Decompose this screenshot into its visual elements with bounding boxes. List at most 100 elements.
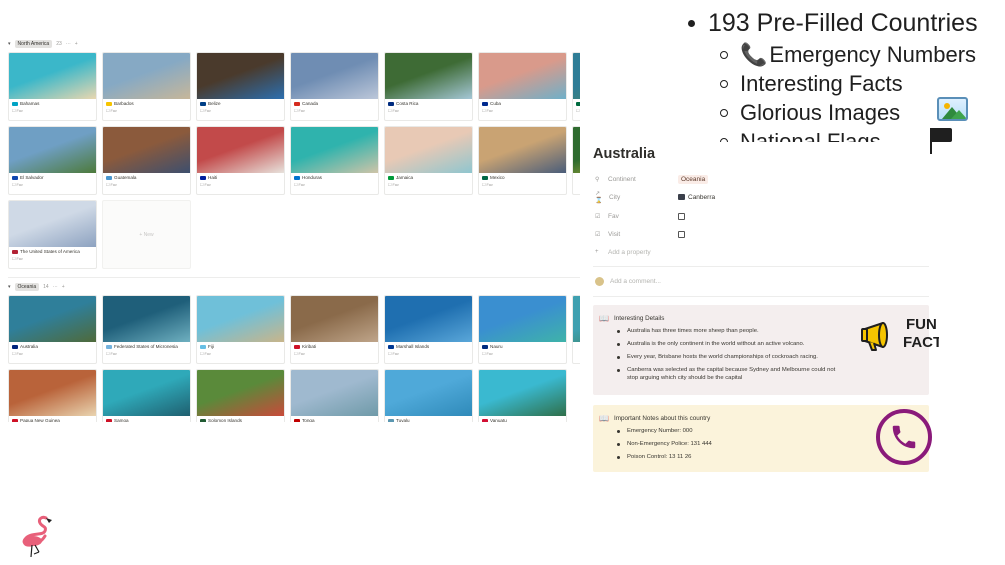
country-card[interactable]: El SalvadorFav — [8, 126, 97, 195]
country-card[interactable]: BahamasFav — [8, 52, 97, 121]
framed-picture-icon — [937, 97, 968, 121]
add-card-icon[interactable]: + — [75, 41, 78, 47]
country-cover-image — [385, 370, 472, 416]
list-item: Australia has three times more sheep tha… — [617, 327, 847, 335]
country-card[interactable]: GuatemalaFav — [102, 126, 191, 195]
country-flag-icon — [106, 418, 112, 422]
country-card[interactable]: HondurasFav — [290, 126, 379, 195]
badge-line-1: FUN — [906, 316, 937, 333]
add-property-button[interactable]: + Add a property — [595, 246, 651, 258]
more-options-icon[interactable]: ··· — [66, 41, 71, 47]
chevron-down-icon[interactable]: ▾ — [8, 41, 11, 47]
country-card[interactable]: VanuatuFav — [478, 369, 567, 422]
fav-checkbox[interactable]: Fav — [197, 180, 284, 189]
country-flag-icon — [482, 344, 488, 349]
group-header[interactable]: ▾ Oceania 14 ··· + — [8, 281, 580, 293]
fav-checkbox[interactable]: Fav — [197, 106, 284, 115]
country-flag-icon — [294, 344, 300, 349]
country-card[interactable]: CubaFav — [478, 52, 567, 121]
country-card[interactable]: MexicoFav — [478, 126, 567, 195]
country-flag-icon — [200, 344, 206, 349]
country-flag-icon — [12, 344, 18, 349]
fav-checkbox[interactable]: Fav — [385, 349, 472, 358]
country-cover-image — [9, 370, 96, 416]
property-city[interactable]: ↗ ⌛ City Canberra — [595, 191, 715, 204]
country-card[interactable]: NauruFav — [478, 295, 567, 364]
country-name: Nauru — [490, 344, 503, 349]
fav-checkbox[interactable]: Fav — [291, 106, 378, 115]
country-card[interactable]: The United States of AmericaFav — [8, 200, 97, 269]
country-name: Haiti — [208, 175, 218, 180]
more-options-icon[interactable]: ··· — [53, 284, 58, 290]
feature-label: Emergency Numbers — [769, 41, 977, 67]
country-card[interactable]: Costa RicaFav — [384, 52, 473, 121]
country-card[interactable]: HaitiFav — [196, 126, 285, 195]
city-link[interactable]: Canberra — [678, 194, 715, 201]
notes-heading: Important Notes about this country — [613, 415, 711, 422]
country-cover-image — [197, 127, 284, 173]
fav-checkbox[interactable]: Fav — [479, 106, 566, 115]
country-cover-image — [573, 127, 580, 173]
fav-checkbox[interactable]: Fav — [197, 349, 284, 358]
fav-checkbox[interactable]: Fav — [103, 349, 190, 358]
country-card[interactable]: Marshall IslandsFav — [384, 295, 473, 364]
property-fav[interactable]: ☑ Fav — [595, 210, 685, 222]
country-card[interactable]: Solomon IslandsFav — [196, 369, 285, 422]
country-card[interactable]: KiribatiFav — [290, 295, 379, 364]
fav-checkbox[interactable]: Fav — [385, 106, 472, 115]
fav-checkbox[interactable]: Fav — [385, 180, 472, 189]
card-title: Guatemala — [103, 173, 190, 180]
country-name: Papua New Guinea — [20, 418, 60, 422]
country-name: Australia — [20, 344, 38, 349]
fav-checkbox[interactable]: Fav — [9, 180, 96, 189]
list-item: Non-Emergency Police: 131 444 — [617, 440, 847, 448]
fav-checkbox[interactable]: Fav — [9, 106, 96, 115]
country-card[interactable] — [572, 126, 580, 195]
country-card[interactable]: BarbadosFav — [102, 52, 191, 121]
country-card[interactable]: FijiFav — [196, 295, 285, 364]
fav-checkbox[interactable]: Fav — [291, 349, 378, 358]
chevron-down-icon[interactable]: ▾ — [8, 284, 11, 290]
country-card[interactable]: TuvaluFav — [384, 369, 473, 422]
fav-checkbox[interactable] — [678, 212, 685, 220]
continent-chip[interactable]: Oceania — [678, 174, 709, 184]
country-card[interactable]: AustraliaFav — [8, 295, 97, 364]
comment-input[interactable]: Add a comment... — [595, 277, 661, 286]
property-visit[interactable]: ☑ Visit — [595, 228, 685, 240]
list-item: Emergency Number: 000 — [617, 427, 847, 435]
fav-checkbox[interactable]: Fav — [479, 180, 566, 189]
fav-checkbox[interactable]: Fav — [9, 349, 96, 358]
country-cover-image — [197, 370, 284, 416]
fav-checkbox[interactable]: Fav — [479, 349, 566, 358]
phone-icon — [876, 409, 932, 465]
fav-checkbox[interactable]: Fav — [103, 106, 190, 115]
gallery-board: ▾North America23···+BahamasFavBarbadosFa… — [8, 38, 580, 422]
add-property-label: Add a property — [608, 248, 651, 256]
fav-checkbox[interactable]: Fav — [103, 180, 190, 189]
country-card[interactable]: BelizeFav — [196, 52, 285, 121]
country-card[interactable]: SamoaFav — [102, 369, 191, 422]
card-title: Marshall Islands — [385, 342, 472, 349]
country-cover-image — [291, 53, 378, 99]
property-label: Visit — [608, 230, 621, 238]
country-card[interactable]: CanadaFav — [290, 52, 379, 121]
fav-checkbox[interactable]: Fav — [291, 180, 378, 189]
country-card[interactable]: Federated States of MicronesiaFav — [102, 295, 191, 364]
fav-checkbox[interactable]: Fav — [9, 254, 96, 263]
visit-checkbox[interactable] — [678, 230, 685, 238]
country-cover-image — [103, 53, 190, 99]
group-header[interactable]: ▾ North America 23 ··· + — [8, 38, 580, 50]
country-card[interactable]: TongaFav — [290, 369, 379, 422]
feature-emergency: 📞 Emergency Numbers — [720, 40, 1003, 69]
new-card-button[interactable]: + New — [102, 200, 191, 269]
fav-checkbox[interactable]: Fav — [573, 106, 580, 115]
property-label: Continent — [608, 175, 636, 183]
country-card[interactable] — [572, 295, 580, 364]
country-card[interactable]: Papua New GuineaFav — [8, 369, 97, 422]
property-continent[interactable]: ⚲ Continent Oceania — [595, 173, 709, 185]
divider — [593, 266, 929, 267]
add-card-icon[interactable]: + — [62, 284, 65, 290]
telephone-icon: 📞 — [740, 41, 768, 67]
country-card[interactable]: DominicaFav — [572, 52, 580, 121]
country-card[interactable]: JamaicaFav — [384, 126, 473, 195]
